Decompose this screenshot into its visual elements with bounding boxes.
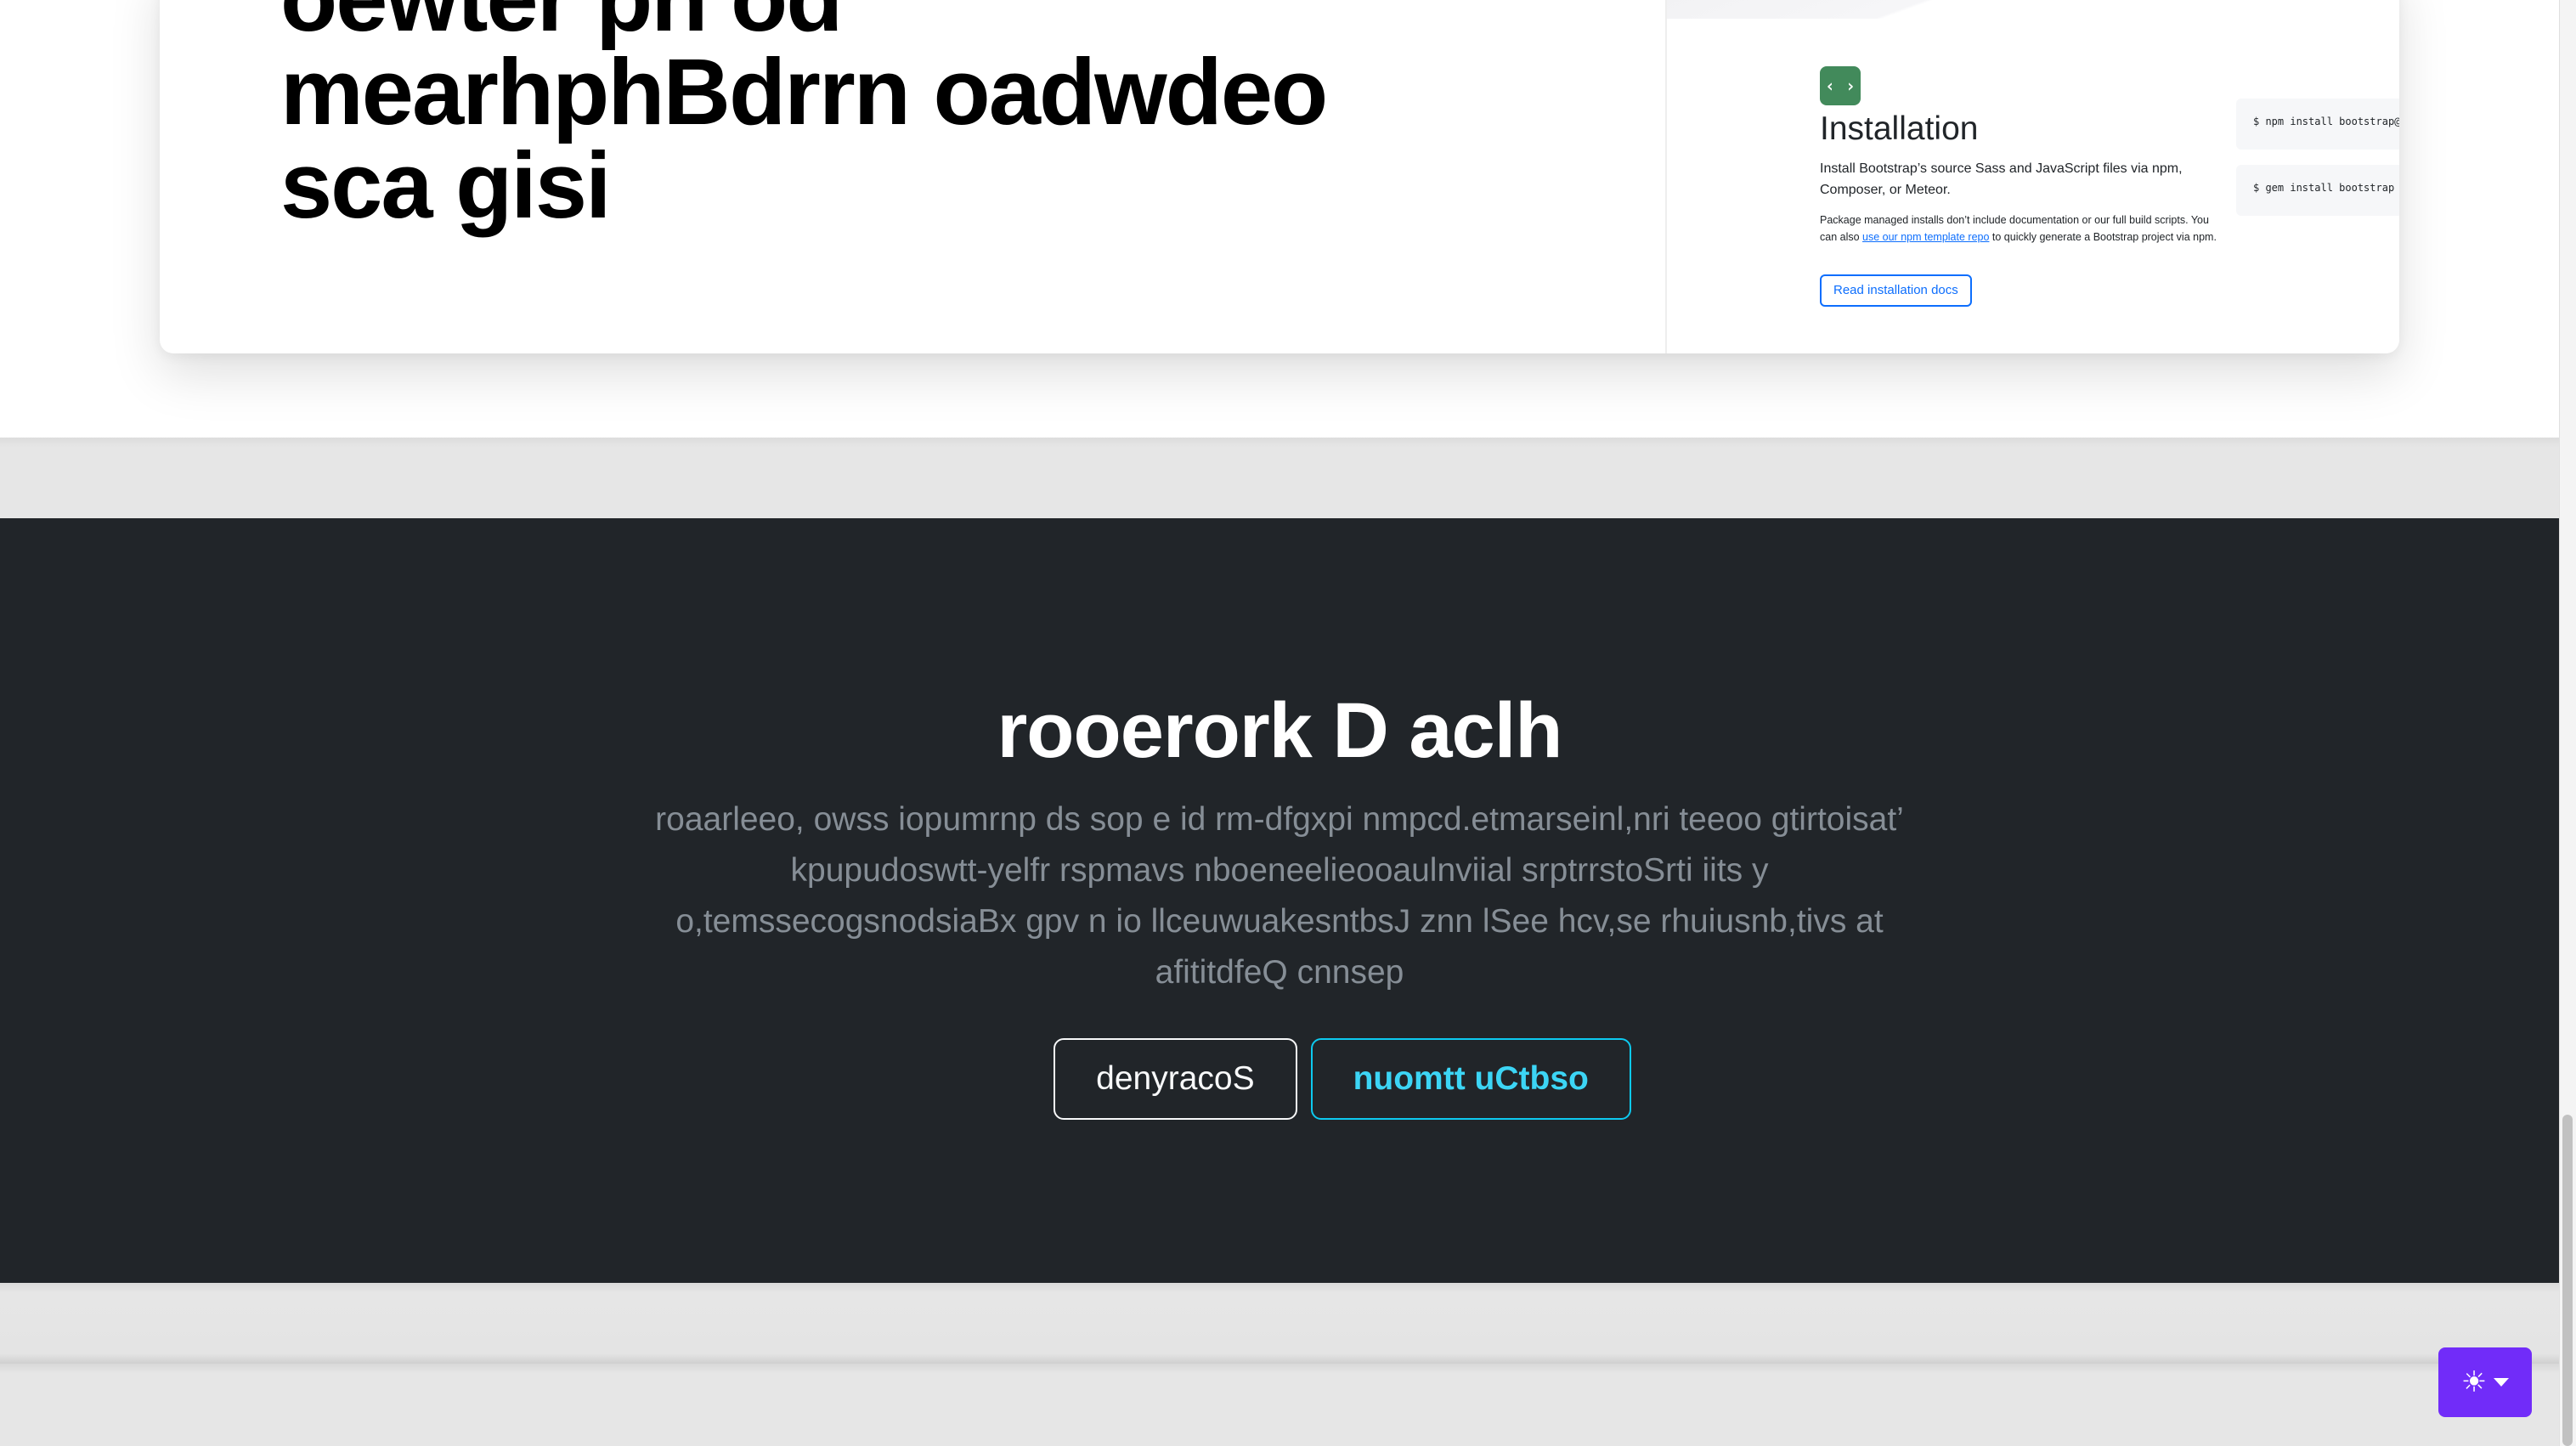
scrollbar-thumb[interactable] — [2562, 1115, 2573, 1446]
preview-chrome — [1667, 0, 2399, 19]
dark-section: rooerork D aclh roaarleeo, owss iopumrnp… — [0, 518, 2559, 1283]
sun-icon: ☀ — [2460, 1365, 2488, 1399]
npm-install-snippet: $ npm install bootstrap@n — [2236, 99, 2399, 150]
hero-card: oewter pn od mearhphBdrrn oadwdeo sca gi… — [160, 0, 2399, 353]
hero-title: oewter pn od mearhphBdrrn oadwdeo sca gi… — [280, 0, 1328, 238]
section-divider — [0, 1364, 2559, 1446]
read-installation-docs-button[interactable]: Read installation docs — [1820, 274, 1972, 307]
installation-note-text-end: to quickly generate a Bootstrap project … — [1989, 231, 2217, 243]
gem-install-code: $ gem install bootstrap - — [2253, 182, 2399, 194]
chevron-down-icon — [2494, 1378, 2510, 1387]
dark-section-lead: roaarleeo, owss iopumrnp ds sop e id rm-… — [655, 801, 1904, 991]
section-divider — [0, 438, 2559, 518]
npm-install-code: $ npm install bootstrap@n — [2253, 116, 2399, 127]
npm-template-repo-link[interactable]: use our npm template repo — [1862, 231, 1989, 243]
installation-lead: Install Bootstrap’s source Sass and Java… — [1820, 161, 2183, 197]
gem-install-snippet: $ gem install bootstrap - — [2236, 165, 2399, 216]
docs-preview: ‹ › Installation Install Bootstrap’s sou… — [1665, 0, 2399, 353]
page: oewter pn od mearhphBdrrn oadwdeo sca gi… — [0, 0, 2576, 1446]
installation-note: Package managed installs don’t include d… — [1820, 212, 2228, 246]
code-icon: ‹ › — [1820, 66, 1861, 105]
theme-toggle-button[interactable]: ☀ — [2438, 1347, 2532, 1417]
dark-section-buttons: denyracoS nuomtt uCtbso — [0, 1038, 2559, 1120]
outline-info-button[interactable]: nuomtt uCtbso — [1310, 1038, 1631, 1120]
hero-section: oewter pn od mearhphBdrrn oadwdeo sca gi… — [0, 0, 2559, 438]
dark-section-title: rooerork D aclh — [997, 687, 1563, 774]
installation-heading: Installation — [1820, 110, 1979, 147]
outline-light-button[interactable]: denyracoS — [1054, 1038, 1297, 1120]
section-divider — [0, 1283, 2559, 1364]
